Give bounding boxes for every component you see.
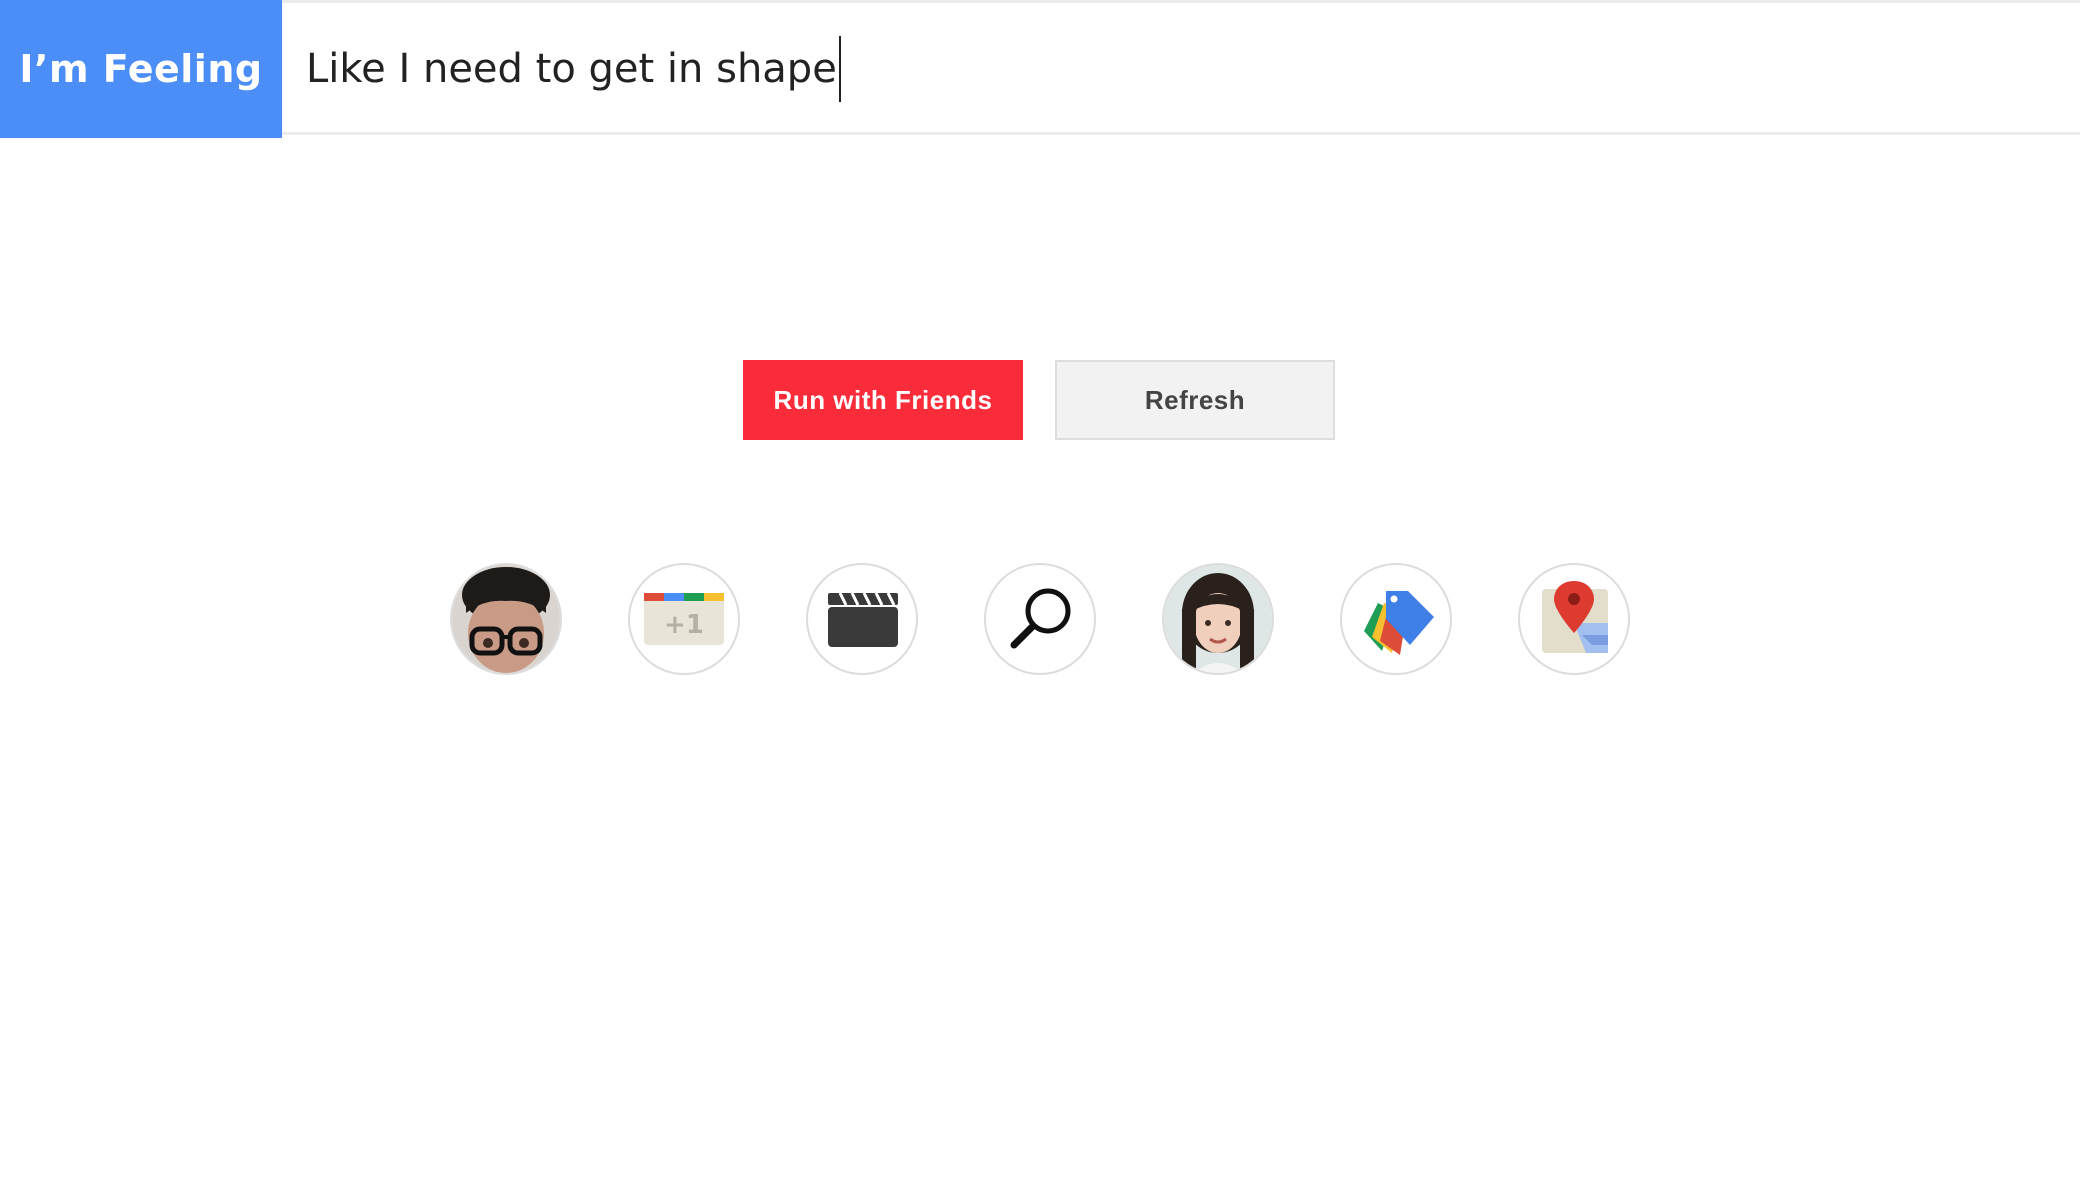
header-bar: I’m Feeling Like I need to get in shape: [0, 0, 2080, 138]
refresh-button[interactable]: Refresh: [1055, 360, 1335, 440]
shopping-tags-icon[interactable]: [1340, 563, 1452, 675]
avatar-woman-icon[interactable]: [1162, 563, 1274, 675]
query-text: Like I need to get in shape: [306, 46, 837, 92]
brand-label: I’m Feeling: [0, 0, 282, 138]
action-buttons: Run with Friends Refresh: [743, 360, 1335, 440]
avatar-man-icon[interactable]: [450, 563, 562, 675]
search-icon[interactable]: [984, 563, 1096, 675]
plus-one-calendar-icon[interactable]: +1: [628, 563, 740, 675]
maps-pin-icon[interactable]: [1518, 563, 1630, 675]
service-icons-row: +1: [450, 563, 1630, 675]
query-input[interactable]: Like I need to get in shape: [306, 3, 841, 135]
clapperboard-icon[interactable]: [806, 563, 918, 675]
text-caret: [838, 36, 841, 102]
svg-text:+1: +1: [664, 610, 704, 640]
run-with-friends-button[interactable]: Run with Friends: [743, 360, 1023, 440]
